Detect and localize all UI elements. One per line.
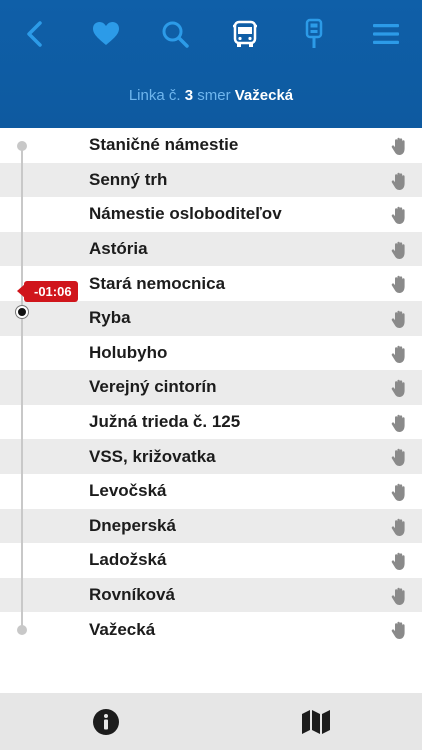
app-header: Linka č. 3 smer Važecká [0, 0, 422, 128]
stop-name: Rovníková [89, 585, 175, 605]
stop-name: Važecká [89, 619, 156, 639]
bus-button[interactable] [225, 14, 265, 54]
request-stop-hand-icon[interactable] [390, 551, 410, 571]
stop-row[interactable]: Senný trh [0, 162, 422, 198]
line-number: 3 [184, 87, 194, 104]
stop-name: Levočská [89, 481, 167, 501]
stop-name: Námestie osloboditeľov [89, 204, 282, 224]
request-stop-hand-icon[interactable] [390, 171, 410, 191]
request-stop-hand-icon[interactable] [390, 517, 410, 537]
stop-name: VSS, križovatka [89, 446, 216, 466]
bus-icon [233, 20, 257, 47]
line-direction-title: Linka č. 3 smer Važecká [0, 87, 422, 104]
menu-button[interactable] [366, 14, 406, 54]
stop-name: Verejný cintorín [89, 377, 217, 397]
request-stop-hand-icon[interactable] [390, 309, 410, 329]
info-button[interactable] [91, 707, 121, 737]
search-button[interactable] [155, 14, 195, 54]
stop-row[interactable]: Rovníková [0, 577, 422, 613]
stop-name: Stará nemocnica [89, 273, 226, 293]
timeline-start-dot [17, 141, 27, 151]
stop-row[interactable]: VSS, križovatka [0, 439, 422, 474]
line-destination: Važecká [234, 87, 294, 104]
line-label: Linka č. [128, 87, 181, 104]
request-stop-hand-icon[interactable] [390, 413, 410, 433]
heart-icon [93, 22, 119, 45]
stop-name: Ryba [89, 308, 131, 328]
direction-label: smer [197, 87, 231, 104]
route-timeline [21, 145, 23, 631]
stop-name: Ladožská [89, 550, 167, 570]
stop-name: Dneperská [89, 515, 176, 535]
request-stop-hand-icon[interactable] [390, 136, 410, 156]
menu-icon [373, 24, 399, 44]
stop-row[interactable]: Ryba [0, 300, 422, 336]
request-stop-hand-icon[interactable] [390, 482, 410, 502]
request-stop-hand-icon[interactable] [390, 240, 410, 260]
stop-row[interactable]: Námestie osloboditeľov [0, 197, 422, 232]
favorites-button[interactable] [86, 14, 126, 54]
stop-list: Staničné námestie Senný trh Námestie oslob… [0, 128, 422, 647]
request-stop-hand-icon[interactable] [390, 274, 410, 294]
toolbar [0, 14, 422, 54]
map-button[interactable] [301, 707, 331, 737]
stop-row[interactable]: Astória [0, 231, 422, 267]
stop-name: Astória [89, 239, 148, 259]
stop-row[interactable]: Važecká [0, 612, 422, 647]
bottom-bar [0, 693, 422, 750]
back-button[interactable] [15, 14, 55, 54]
request-stop-hand-icon[interactable] [390, 205, 410, 225]
info-icon [93, 709, 119, 735]
stop-name: Staničné námestie [89, 135, 239, 155]
back-icon [27, 21, 42, 47]
bus-stop-icon [305, 18, 323, 48]
stop-row[interactable]: Holubyho [0, 336, 422, 371]
request-stop-hand-icon[interactable] [390, 344, 410, 364]
stop-row[interactable]: Dneperská [0, 508, 422, 544]
request-stop-hand-icon[interactable] [390, 620, 410, 640]
delay-value: -01:06 [34, 284, 72, 299]
request-stop-hand-icon[interactable] [390, 586, 410, 606]
stop-name: Senný trh [89, 169, 168, 189]
search-icon [162, 21, 189, 48]
map-icon [302, 710, 330, 734]
stop-row[interactable]: Južná trieda č. 125 [0, 405, 422, 440]
timeline-end-dot [17, 625, 27, 635]
stop-row[interactable]: Ladožská [0, 543, 422, 578]
stop-name: Holubyho [89, 342, 168, 362]
bus-stop-button[interactable] [294, 14, 334, 54]
request-stop-hand-icon[interactable] [390, 378, 410, 398]
stop-name: Južná trieda č. 125 [89, 412, 241, 432]
delay-badge: -01:06 [17, 281, 78, 302]
vehicle-position-marker [16, 306, 28, 318]
stop-row[interactable]: Staničné námestie [0, 128, 422, 163]
request-stop-hand-icon[interactable] [390, 447, 410, 467]
stop-row[interactable]: Levočská [0, 474, 422, 509]
stop-row[interactable]: Verejný cintorín [0, 370, 422, 405]
